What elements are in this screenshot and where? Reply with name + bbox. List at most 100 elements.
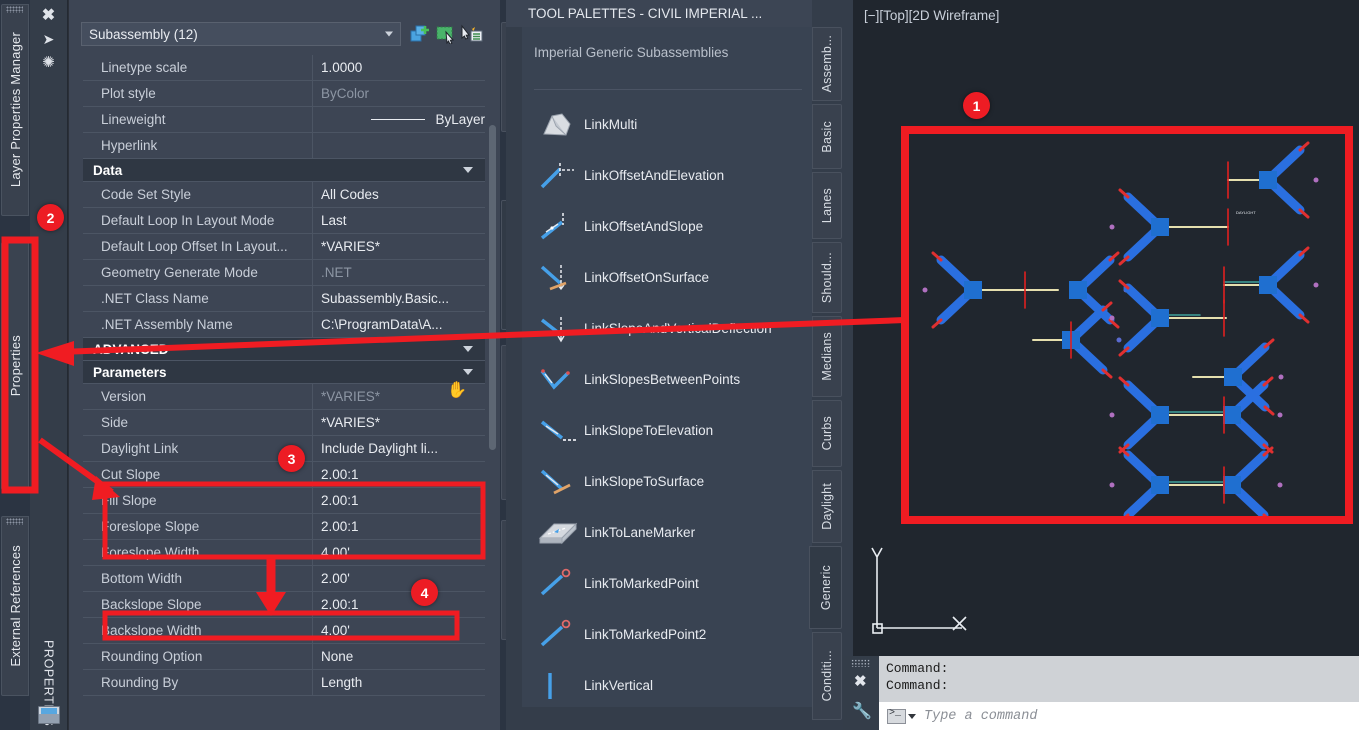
palette-group-tab-basic[interactable]: Basic [812,104,842,169]
command-input[interactable]: Type a command [924,709,1037,724]
tool-item[interactable]: LinkToMarkedPoint2 [532,612,807,657]
property-row[interactable]: Foreslope Slope 2.00:1 [83,514,485,540]
property-value[interactable]: All Codes [313,182,485,207]
tool-item[interactable]: LinkToLaneMarker [532,510,807,555]
scrollbar-thumb[interactable] [489,125,496,450]
drag-handle-icon[interactable] [851,659,870,667]
palette-group-tab-lanes[interactable]: Lanes [812,172,842,239]
property-row[interactable]: Foreslope Width 4.00' [83,540,485,566]
property-value[interactable]: *VARIES* [313,234,485,259]
properties-panel-strip: ✖ ➤ ✺ PROPERTIES [30,0,68,730]
property-row[interactable]: Side *VARIES* [83,410,485,436]
properties-scrollbar[interactable] [488,60,497,720]
sidebar-item-external-references[interactable]: External References [1,516,29,696]
property-value[interactable]: *VARIES* [313,410,485,435]
property-value[interactable]: ByColor [313,81,485,106]
tool-item[interactable]: LinkOffsetOnSurface [532,255,807,300]
property-value[interactable]: 2.00:1 [313,592,485,617]
command-history: Command: Command: [879,656,1359,702]
property-value[interactable]: 2.00:1 [313,462,485,487]
properties-section-header[interactable]: Parameters [83,361,485,384]
drawing-canvas[interactable]: [−][Top][2D Wireframe] DAYLIGHT [853,0,1359,730]
property-name: Code Set Style [83,182,313,207]
customize-icon[interactable]: 🔧 [852,701,872,721]
property-value[interactable] [313,133,485,158]
palette-group-tab-daylight[interactable]: Daylight [812,470,842,543]
property-value[interactable]: 4.00' [313,540,485,565]
palette-group-tab-label: Medians [820,332,834,381]
chevron-down-icon[interactable] [463,346,473,352]
property-row[interactable]: Hyperlink [83,133,485,159]
properties-section-header[interactable]: ADVANCED [83,338,485,361]
pickadd-icon[interactable] [461,24,483,44]
property-row[interactable]: Code Set Style All Codes [83,182,485,208]
property-row[interactable]: .NET Assembly Name C:\ProgramData\A... [83,312,485,338]
object-type-select[interactable]: Subassembly (12) [81,22,401,46]
link-marked-point2-icon [536,618,580,651]
close-icon[interactable]: ✖ [42,8,55,24]
property-row[interactable]: Default Loop In Layout Mode Last [83,208,485,234]
property-row[interactable]: Default Loop Offset In Layout... *VARIES* [83,234,485,260]
palette-group-tab-should-[interactable]: Should... [812,242,842,313]
sidebar-item-layer-properties-manager[interactable]: Layer Properties Manager [1,4,29,216]
property-row[interactable]: Version *VARIES* [83,384,485,410]
property-value[interactable]: 2.00:1 [313,514,485,539]
palette-group-tab-conditi-[interactable]: Conditi... [812,632,842,720]
property-value[interactable]: ByLayer [313,107,485,132]
tool-item[interactable]: LinkToMarkedPoint [532,561,807,606]
property-value[interactable]: Last [313,208,485,233]
command-input-row[interactable]: Type a command [879,702,1359,730]
tool-item-label: LinkSlopeToSurface [584,474,705,489]
property-value[interactable]: 4.00' [313,618,485,643]
quick-select-icon[interactable] [409,24,431,44]
gear-icon[interactable]: ✺ [42,55,55,70]
close-icon[interactable]: ✖ [854,672,867,690]
palette-group-tab-generic[interactable]: Generic [809,546,842,629]
property-row[interactable]: Fill Slope 2.00:1 [83,488,485,514]
properties-rows: Linetype scale 1.0000 Plot style ByColor Lin… [83,55,485,730]
rail-grip-top[interactable] [6,6,23,13]
property-row[interactable]: Rounding Option None [83,644,485,670]
tool-item[interactable]: LinkMulti [532,102,807,147]
tool-item[interactable]: LinkSlopeToSurface [532,459,807,504]
palette-group-tab-curbs[interactable]: Curbs [812,400,842,467]
tool-item[interactable]: LinkOffsetAndElevation [532,153,807,198]
command-line-grip[interactable]: ✖ 🔧 [843,656,879,730]
property-value[interactable]: 1.0000 [313,55,485,80]
property-value[interactable]: 2.00' [313,566,485,591]
chevron-down-icon[interactable] [463,167,473,173]
property-row[interactable]: Linetype scale 1.0000 [83,55,485,81]
property-row[interactable]: .NET Class Name Subassembly.Basic... [83,286,485,312]
tool-item[interactable]: LinkOffsetAndSlope [532,204,807,249]
property-value[interactable]: Length [313,670,485,695]
palette-group-tab-medians[interactable]: Medians [812,316,842,397]
palette-group-tab-assemb-[interactable]: Assemb... [812,27,842,101]
tool-item[interactable]: LinkVertical [532,663,807,708]
property-row[interactable]: Geometry Generate Mode .NET [83,260,485,286]
link-offset-slope-icon [536,210,580,243]
properties-section-header[interactable]: Data [83,159,485,182]
property-value[interactable]: None [313,644,485,669]
sidebar-item-properties[interactable]: Properties [1,242,29,490]
property-value[interactable]: Subassembly.Basic... [313,286,485,311]
chevron-down-icon[interactable] [908,713,916,719]
property-row[interactable]: Rounding By Length [83,670,485,696]
property-value[interactable]: 2.00:1 [313,488,485,513]
tool-item[interactable]: LinkSlopesBetweenPoints [532,357,807,402]
tool-item-label: LinkOffsetAndElevation [584,168,725,183]
chevron-down-icon[interactable] [463,369,473,375]
tool-item[interactable]: LinkSlopeAndVerticalDeflection [532,306,807,351]
select-objects-icon[interactable] [435,24,457,45]
link-slopes-between-points-icon [536,363,580,396]
property-value[interactable]: Include Daylight li... [313,436,485,461]
property-row[interactable]: Plot style ByColor [83,81,485,107]
property-value[interactable]: C:\ProgramData\A... [313,312,485,337]
auto-hide-icon[interactable]: ➤ [43,32,55,46]
property-row[interactable]: Lineweight ByLayer [83,107,485,133]
property-value[interactable]: .NET [313,260,485,285]
rail-grip-bottom[interactable] [6,518,23,525]
command-line: ✖ 🔧 Command: Command: Type a command [843,654,1359,730]
tool-item-label: LinkSlopeAndVerticalDeflection [584,321,772,336]
property-row[interactable]: Backslope Width 4.00' [83,618,485,644]
tool-item[interactable]: LinkSlopeToElevation [532,408,807,453]
